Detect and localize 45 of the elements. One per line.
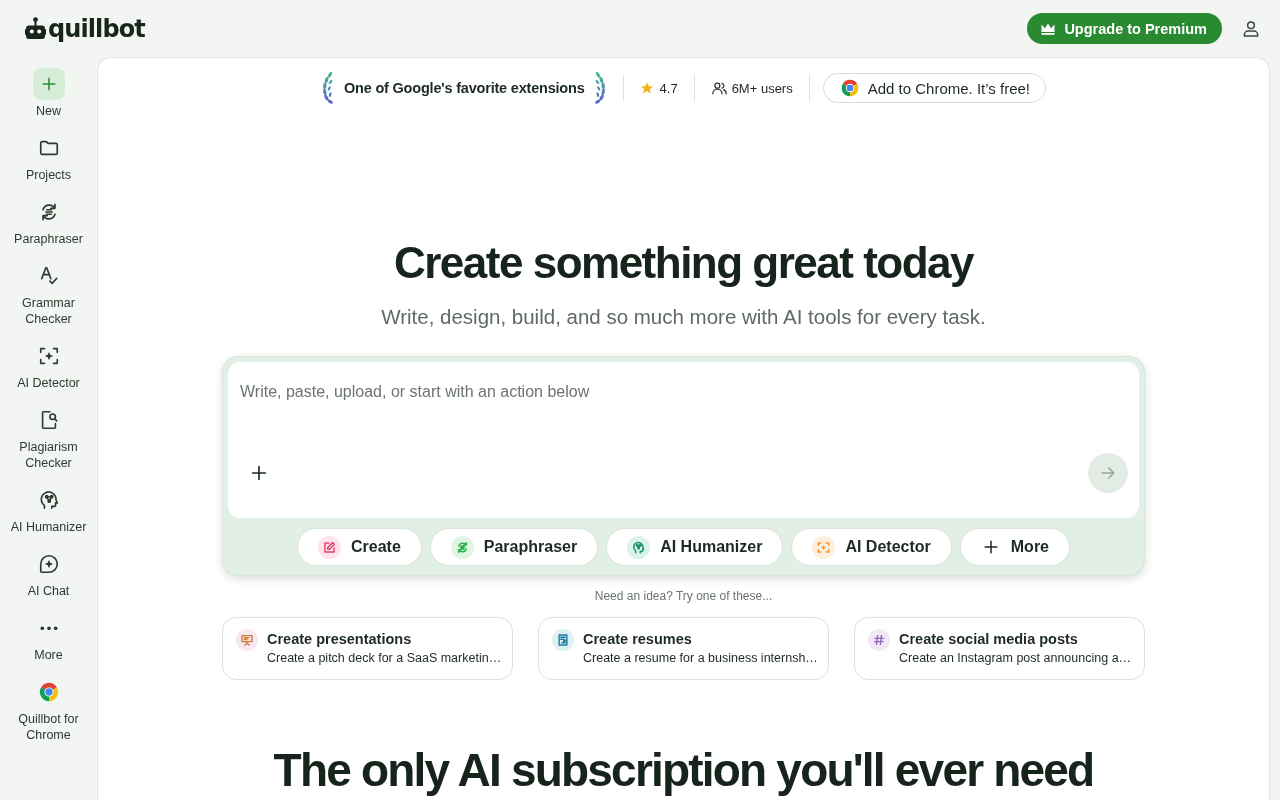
sidebar-item[interactable]: AI Detector [0, 340, 97, 404]
user-button[interactable] [1241, 18, 1261, 39]
star-icon [639, 81, 654, 95]
suggestion-card[interactable]: Create presentations Create a pitch deck for a SaaS marketin… [222, 617, 513, 680]
hero-title: Create something great today [393, 237, 973, 289]
idea-hint: Need an idea? Try one of these... [594, 589, 773, 603]
section-heading: The only AI subscription you'll ever need [273, 744, 1094, 796]
sidebar-item[interactable]: Projects [0, 132, 97, 196]
add-to-chrome-button[interactable]: Add to Chrome. It’s free! [822, 73, 1046, 103]
sidebar-item[interactable]: AI Humanizer [0, 484, 97, 548]
hash-icon [868, 629, 890, 651]
head-icon [627, 535, 651, 559]
cycle-arrows-icon [450, 535, 474, 559]
user-icon [1241, 18, 1261, 39]
laurel-icon [592, 71, 607, 105]
rating-text: 4.7 [659, 80, 678, 96]
action-chip[interactable]: Create [296, 528, 422, 566]
hero-subtitle: Write, design, build, and so much more with AI tools for every task. [381, 304, 986, 330]
robot-icon [25, 17, 46, 40]
action-chip[interactable]: AI Detector [791, 528, 952, 566]
action-chip[interactable]: AI Humanizer [606, 528, 784, 566]
logo-text: quillbot [48, 13, 145, 44]
sidebar-item[interactable]: New [0, 68, 97, 132]
sidebar-item[interactable]: Quillbot for Chrome [0, 676, 97, 756]
sidebar-item[interactable]: AI Chat [0, 548, 97, 612]
crown-icon [1041, 22, 1056, 35]
laurel-icon [320, 71, 335, 105]
sidebar-item[interactable]: Plagiarism Checker [0, 404, 97, 484]
sidebar-item[interactable]: Paraphraser [0, 196, 97, 260]
sidebar-item[interactable]: Grammar Checker [0, 260, 97, 340]
award-text: One of Google's favorite extensions [343, 80, 585, 96]
sidebar-item[interactable]: More [0, 612, 97, 676]
action-chip[interactable]: Paraphraser [429, 528, 599, 566]
suggestion-card[interactable]: Create resumes Create a resume for a business internsh… [538, 617, 829, 680]
suggestion-card[interactable]: Create social media posts Create an Instagram post announcing a… [854, 617, 1145, 680]
prompt-input[interactable]: Write, paste, upload, or start with an action below [228, 362, 1139, 453]
action-chip[interactable]: More [959, 528, 1070, 566]
document-icon [552, 629, 574, 651]
users-count: 6M+ users [731, 80, 793, 96]
scan-sparkle-icon [812, 535, 836, 559]
prompt-field[interactable]: Write, paste, upload, or start with an action below [228, 362, 1139, 518]
chrome-icon [839, 78, 860, 98]
presentation-icon [236, 629, 258, 651]
edit-icon [317, 535, 341, 559]
upgrade-button[interactable]: Upgrade to Premium [1027, 13, 1222, 44]
